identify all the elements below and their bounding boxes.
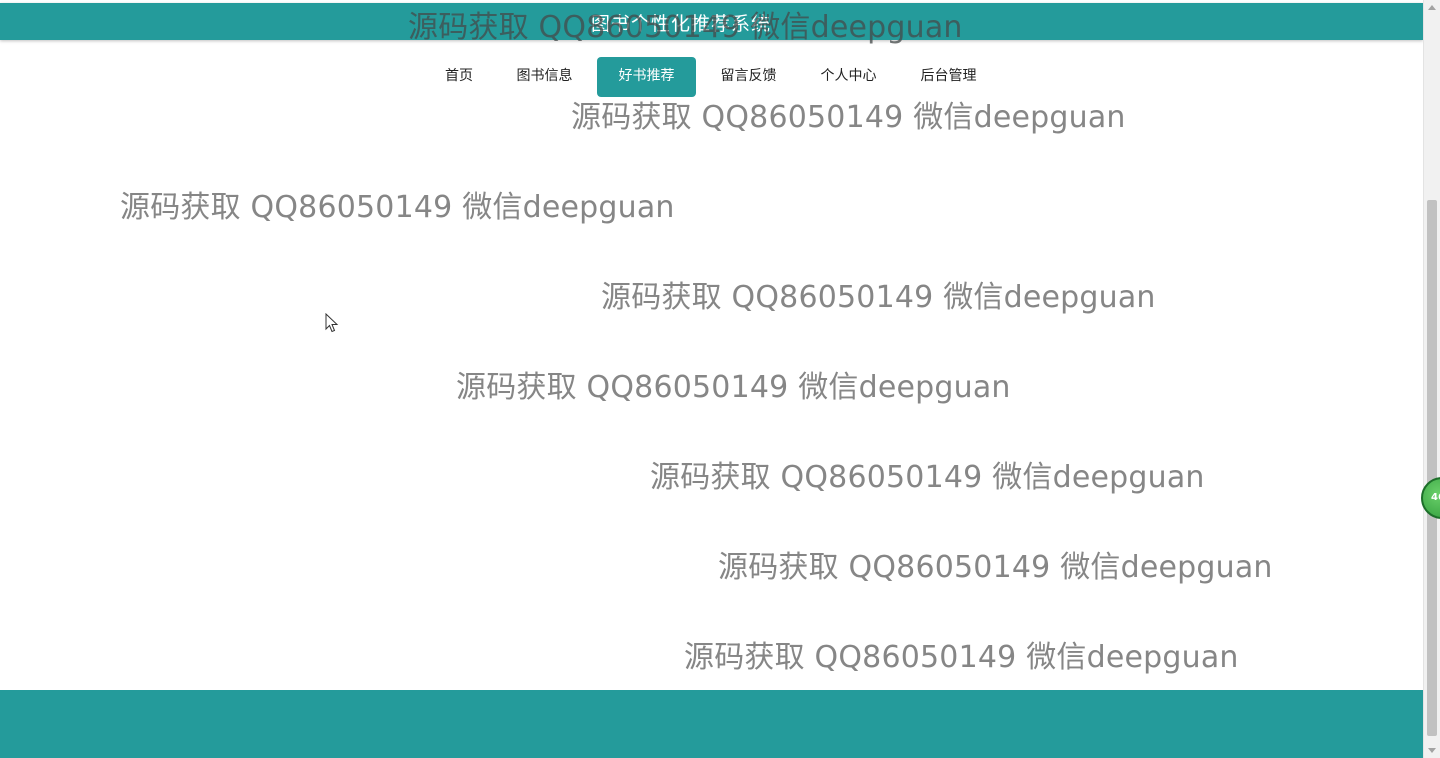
main-nav: 首页 图书信息 好书推荐 留言反馈 个人中心 后台管理 [0,57,1423,97]
watermark-text: 源码获取 QQ86050149 微信deepguan [456,370,1011,405]
nav-item-feedback[interactable]: 留言反馈 [711,57,786,97]
watermark-text: 源码获取 QQ86050149 微信deepguan [120,190,675,225]
watermark-text: 源码获取 QQ86050149 微信deepguan [718,550,1273,585]
scrollbar-thumb[interactable] [1427,200,1437,736]
mouse-pointer-icon [325,313,339,333]
watermark-text: 源码获取 QQ86050149 微信deepguan [650,460,1205,495]
nav-item-admin[interactable]: 后台管理 [911,57,986,97]
watermark-text: 源码获取 QQ86050149 微信deepguan [571,100,1126,135]
browser-viewport: 图书个性化推荐系统 首页 图书信息 好书推荐 留言反馈 个人中心 后台管理 源码… [0,0,1440,758]
watermark-text: 源码获取 QQ86050149 微信deepguan [684,640,1239,675]
scroll-up-arrow-icon[interactable] [1428,5,1436,10]
nav-item-user-center[interactable]: 个人中心 [811,57,886,97]
page: 图书个性化推荐系统 首页 图书信息 好书推荐 留言反馈 个人中心 后台管理 源码… [0,0,1423,758]
nav-item-book-info[interactable]: 图书信息 [507,57,582,97]
vertical-scrollbar[interactable] [1423,0,1440,758]
page-footer [0,690,1423,758]
nav-item-home[interactable]: 首页 [434,57,484,97]
watermark-text: 源码获取 QQ86050149 微信deepguan [601,280,1156,315]
scroll-down-arrow-icon[interactable] [1428,748,1436,753]
watermark-text: 源码获取 QQ86050149 微信deepguan [408,10,963,45]
nav-item-book-recommend[interactable]: 好书推荐 [597,57,696,97]
